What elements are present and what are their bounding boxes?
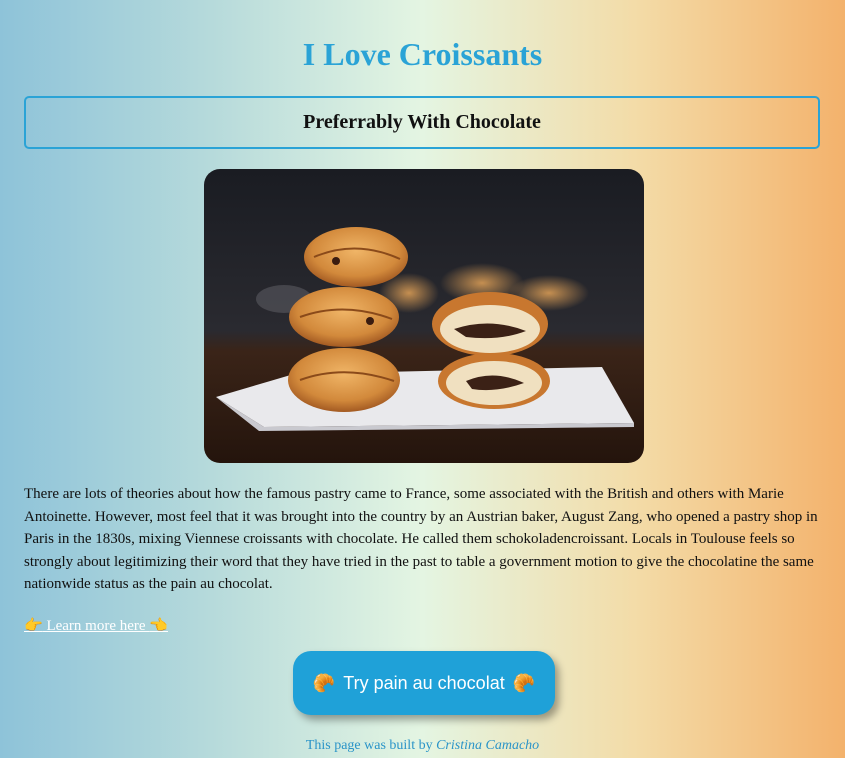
learn-more-label: Learn more here bbox=[42, 618, 150, 634]
try-pain-au-chocolat-button[interactable]: 🥐 Try pain au chocolat 🥐 bbox=[293, 651, 555, 715]
footer-author: Cristina Camacho bbox=[436, 738, 540, 753]
button-label: Try pain au chocolat bbox=[343, 672, 505, 693]
croissant-icon: 🥐 bbox=[512, 672, 536, 693]
learn-more-link[interactable]: 👉 Learn more here 👈 bbox=[24, 616, 168, 635]
croissant-icon: 🥐 bbox=[312, 672, 336, 693]
page-title: I Love Croissants bbox=[302, 36, 543, 72]
subtitle-box: Preferrably With Chocolate bbox=[24, 96, 820, 149]
pointing-hand-icon: 👉 bbox=[24, 618, 43, 634]
body-paragraph: There are lots of theories about how the… bbox=[24, 486, 818, 593]
footer: This page was built by Cristina Camacho bbox=[0, 738, 845, 754]
page-subtitle: Preferrably With Chocolate bbox=[303, 111, 541, 133]
croissant-photo bbox=[204, 169, 644, 463]
pointing-hand-icon: 👈 bbox=[149, 618, 168, 634]
footer-prefix: This page was built by bbox=[305, 738, 437, 753]
